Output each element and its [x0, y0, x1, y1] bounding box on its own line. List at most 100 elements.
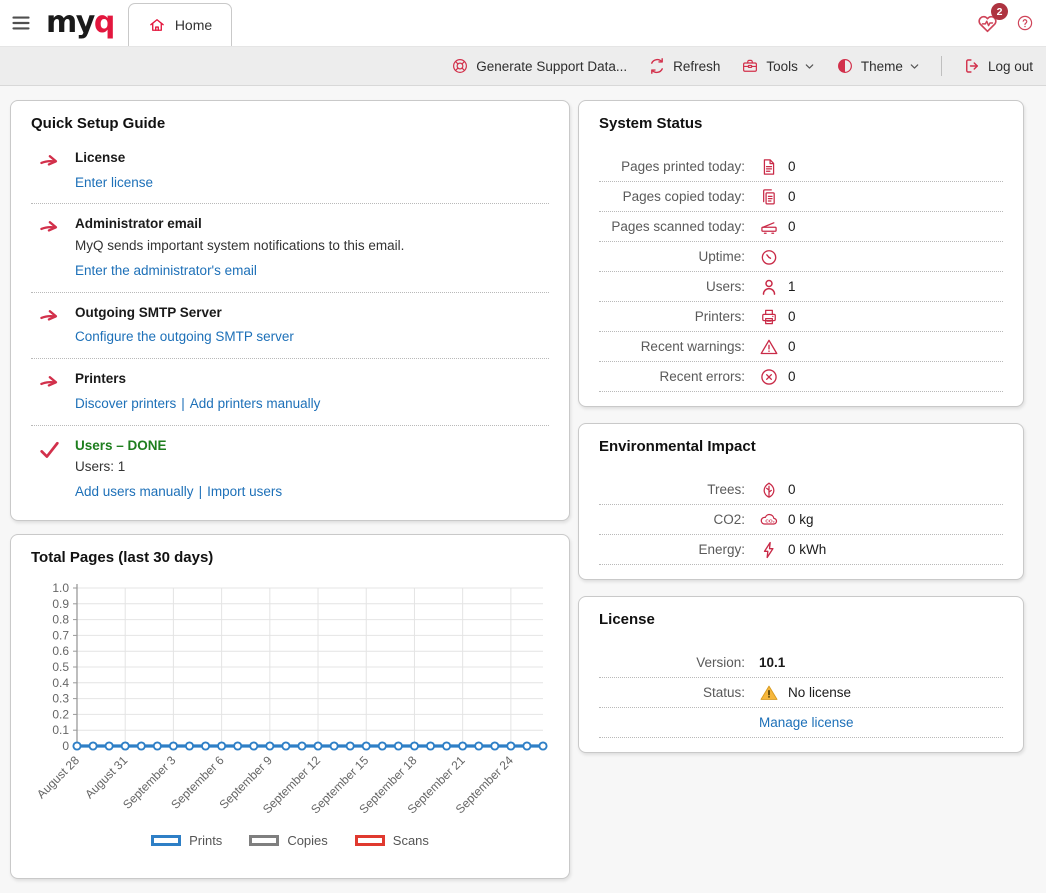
add-users-manually-link[interactable]: Add users manually: [75, 484, 194, 499]
data-point-marker: [154, 742, 161, 749]
menu-hamburger-icon[interactable]: [8, 13, 34, 33]
configure-the-outgoing-smtp-server-link[interactable]: Configure the outgoing SMTP server: [75, 329, 294, 344]
row-label: Energy:: [599, 542, 745, 557]
row-value: 0: [788, 219, 796, 234]
license-row-link: Manage license: [599, 708, 1003, 738]
printed-page-icon: [759, 157, 779, 177]
enter-the-administrator-s-email-link[interactable]: Enter the administrator's email: [75, 263, 257, 278]
setup-item-title: License: [75, 148, 153, 168]
data-point-marker: [73, 742, 80, 749]
setup-item-status-text: Users: 1: [75, 458, 282, 477]
legend-swatch-copies: [249, 835, 279, 846]
legend-label: Copies: [287, 833, 327, 848]
system-health-button[interactable]: 2: [976, 5, 1006, 37]
environmental-impact-card: Environmental Impact Trees:0CO2:CO₂0 kgE…: [578, 423, 1024, 580]
theme-icon: [836, 57, 854, 75]
row-value: 0: [788, 189, 796, 204]
data-point-marker: [106, 742, 113, 749]
data-point-marker: [186, 742, 193, 749]
svg-text:August 31: August 31: [82, 753, 130, 801]
legend-item-copies[interactable]: Copies: [249, 833, 327, 848]
setup-item-body: Users – DONE Users: 1 Add users manually|I…: [75, 436, 282, 502]
chevron-down-icon: [909, 61, 920, 72]
setup-item-links: Enter license: [75, 174, 153, 193]
row-label: CO2:: [599, 512, 745, 527]
row-label: Status:: [599, 685, 745, 700]
environmental-impact-row-energy: Energy:0 kWh: [599, 535, 1003, 565]
data-point-marker: [331, 742, 338, 749]
row-label: Version:: [599, 655, 745, 670]
tools-label: Tools: [766, 59, 798, 74]
setup-item-title: Users – DONE: [75, 436, 282, 456]
data-point-marker: [250, 742, 257, 749]
setup-item-title: Administrator email: [75, 214, 404, 234]
refresh-button[interactable]: Refresh: [648, 57, 720, 75]
data-point-marker: [459, 742, 466, 749]
svg-text:0.4: 0.4: [52, 676, 69, 690]
svg-text:1.0: 1.0: [52, 581, 69, 595]
setup-item-links: Discover printers|Add printers manually: [75, 395, 320, 414]
system-status-row-pages-scanned-today: Pages scanned today:0: [599, 212, 1003, 242]
help-icon[interactable]: [1016, 14, 1034, 32]
setup-item-body: PrintersDiscover printers|Add printers m…: [75, 369, 320, 413]
legend-item-prints[interactable]: Prints: [151, 833, 222, 848]
data-point-marker: [122, 742, 129, 749]
theme-button[interactable]: Theme: [836, 57, 920, 75]
data-point-marker: [395, 742, 402, 749]
error-circle-icon: [759, 367, 779, 387]
svg-text:August 28: August 28: [34, 753, 82, 801]
notifications-badge: 2: [991, 3, 1008, 20]
setup-item-users-done: Users – DONE Users: 1 Add users manually|I…: [31, 426, 549, 506]
system-status-row-recent-warnings: Recent warnings:0: [599, 332, 1003, 362]
data-point-marker: [282, 742, 289, 749]
data-point-marker: [379, 742, 386, 749]
data-point-marker: [427, 742, 434, 749]
setup-item-body: Outgoing SMTP ServerConfigure the outgoi…: [75, 303, 294, 347]
legend-swatch-prints: [151, 835, 181, 846]
setup-item-links: Configure the outgoing SMTP server: [75, 328, 294, 347]
row-value: 0: [788, 482, 796, 497]
toolbox-icon: [741, 57, 759, 75]
svg-text:0.7: 0.7: [52, 628, 69, 642]
data-point-marker: [491, 742, 498, 749]
enter-license-link[interactable]: Enter license: [75, 175, 153, 190]
legend-item-scans[interactable]: Scans: [355, 833, 429, 848]
data-point-marker: [347, 742, 354, 749]
logo-text-my: my: [46, 5, 94, 40]
tools-button[interactable]: Tools: [741, 57, 815, 75]
manage-license-link[interactable]: Manage license: [759, 715, 854, 730]
warning-triangle-icon: [759, 337, 779, 357]
data-point-marker: [443, 742, 450, 749]
quick-setup-guide-card: Quick Setup Guide LicenseEnter licenseAd…: [10, 100, 570, 521]
add-printers-manually-link[interactable]: Add printers manually: [190, 396, 321, 411]
home-icon: [148, 16, 166, 34]
svg-text:0.2: 0.2: [52, 707, 69, 721]
environmental-impact-row-co2: CO2:CO₂0 kg: [599, 505, 1003, 535]
svg-text:0: 0: [62, 739, 69, 753]
svg-text:0.5: 0.5: [52, 660, 69, 674]
environmental-impact-row-trees: Trees:0: [599, 475, 1003, 505]
data-point-marker: [266, 742, 273, 749]
scanner-icon: [759, 217, 779, 237]
setup-item-outgoing-smtp-server: Outgoing SMTP ServerConfigure the outgoi…: [31, 293, 549, 359]
setup-item-links: Add users manually|Import users: [75, 483, 282, 502]
data-point-marker: [539, 742, 546, 749]
data-point-marker: [314, 742, 321, 749]
generate-support-data-label: Generate Support Data...: [476, 59, 627, 74]
tab-home[interactable]: Home: [128, 3, 232, 46]
discover-printers-link[interactable]: Discover printers: [75, 396, 176, 411]
import-users-link[interactable]: Import users: [207, 484, 282, 499]
dashboard: Quick Setup Guide LicenseEnter licenseAd…: [0, 86, 1046, 893]
logout-icon: [963, 57, 981, 75]
license-row-status: Status:No license: [599, 678, 1003, 708]
clock-icon: [759, 247, 779, 267]
data-point-marker: [218, 742, 225, 749]
data-point-marker: [170, 742, 177, 749]
system-status-row-printers: Printers:0: [599, 302, 1003, 332]
log-out-button[interactable]: Log out: [963, 57, 1033, 75]
logo-text-q: q: [94, 5, 114, 40]
generate-support-data-button[interactable]: Generate Support Data...: [451, 57, 627, 75]
arrow-right-icon: [31, 303, 75, 347]
legend-swatch-scans: [355, 835, 385, 846]
system-status-row-users: Users:1: [599, 272, 1003, 302]
